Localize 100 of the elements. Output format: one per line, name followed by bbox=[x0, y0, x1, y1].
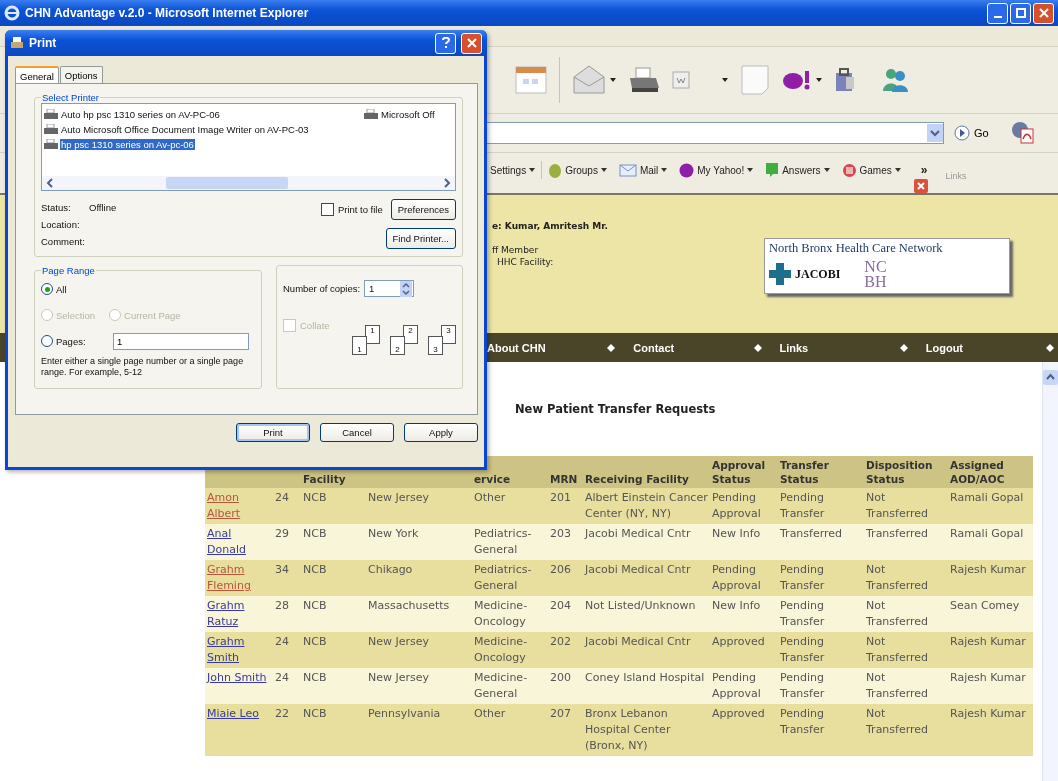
dialog-button[interactable]: Print bbox=[236, 423, 310, 442]
envelope-icon bbox=[618, 163, 637, 177]
document-icon[interactable] bbox=[1010, 121, 1037, 145]
printer-icon[interactable] bbox=[628, 66, 660, 94]
blob-icon bbox=[548, 162, 563, 178]
patient-link[interactable]: Anal Donald bbox=[207, 526, 271, 558]
toolbar-link[interactable]: Answers bbox=[759, 161, 836, 179]
printer-item[interactable]: Microsoft Off bbox=[380, 109, 436, 120]
scrollbar[interactable] bbox=[42, 176, 455, 190]
logo-title: North Bronx Health Care Network bbox=[769, 241, 944, 256]
table-cell: Coney Island Hospital bbox=[583, 668, 710, 704]
patient-link[interactable]: Grahm Ratuz bbox=[207, 598, 271, 630]
close-button[interactable] bbox=[461, 32, 482, 54]
printer-item[interactable]: hp psc 1310 series on Av-pc-06 bbox=[60, 139, 195, 150]
table-cell: Medicine-Oncology bbox=[472, 596, 548, 632]
page-sheet: 2 bbox=[403, 325, 418, 344]
patient-link[interactable]: Grahm Fleming bbox=[207, 562, 271, 594]
radio-button[interactable] bbox=[41, 335, 53, 347]
radio-label: Selection bbox=[56, 309, 96, 321]
copies-label: Number of copies: bbox=[283, 283, 361, 294]
table-cell: Pediatrics-General bbox=[472, 560, 548, 596]
radio-button[interactable] bbox=[41, 283, 53, 295]
column-header: MRN bbox=[548, 456, 583, 488]
toolbox-icon[interactable] bbox=[834, 67, 856, 93]
caret-icon[interactable] bbox=[722, 78, 728, 82]
find-printer-button[interactable]: Find Printer... bbox=[385, 228, 456, 249]
column-header: Disposition Status bbox=[864, 456, 948, 488]
toolbar-link[interactable]: My Yahoo! bbox=[673, 161, 760, 179]
nav-link[interactable]: About CHN bbox=[487, 341, 546, 354]
patient-link[interactable]: Grahm Smith bbox=[207, 634, 271, 666]
printer-item[interactable]: Auto hp psc 1310 series on AV-PC-06 bbox=[60, 109, 221, 120]
tab[interactable]: General bbox=[15, 66, 59, 84]
browser-logo-icon bbox=[4, 5, 20, 21]
patient-link[interactable]: Amon Albert bbox=[207, 490, 271, 522]
caret-icon[interactable] bbox=[610, 78, 616, 82]
nav-link[interactable]: Contact bbox=[633, 341, 675, 354]
table-cell: Medicine-General bbox=[472, 668, 548, 704]
bullet-icon bbox=[607, 343, 616, 352]
field-label: Comment: bbox=[41, 236, 86, 247]
printer-item[interactable]: Auto Microsoft Office Document Image Writer on AV-PC-03 bbox=[60, 124, 310, 135]
column-header: Transfer Status bbox=[778, 456, 864, 488]
minimize-button[interactable] bbox=[987, 2, 1008, 24]
table-cell: NCB bbox=[301, 596, 366, 632]
oval-icon[interactable] bbox=[782, 69, 812, 91]
nav-link[interactable]: Links bbox=[779, 341, 809, 354]
dialog-title: Print bbox=[29, 36, 58, 50]
scrollbar[interactable] bbox=[1042, 362, 1058, 781]
close-icon[interactable] bbox=[914, 179, 929, 193]
table-cell: New Info bbox=[710, 524, 778, 560]
user-role: ff Member bbox=[492, 244, 540, 256]
checkbox[interactable] bbox=[320, 203, 334, 216]
go-button[interactable]: Go bbox=[952, 125, 991, 141]
tab[interactable]: Options bbox=[59, 66, 103, 83]
copies-spinner[interactable]: 1 bbox=[364, 280, 415, 297]
address-field[interactable] bbox=[487, 122, 944, 144]
field-label: Status: bbox=[41, 202, 72, 213]
table-cell: 24 bbox=[273, 632, 301, 668]
printer-list[interactable]: Auto hp psc 1310 series on AV-PC-06 Auto Microsoft Office Document Image Writer on AV-PC-03 hp psc 1310 series on Av-pc-06 Microsoft Off bbox=[41, 103, 456, 191]
spin-arrows-icon[interactable] bbox=[400, 280, 413, 297]
logo-text: NC bbox=[864, 259, 887, 274]
dialog-button[interactable]: Cancel bbox=[320, 423, 394, 442]
group-label: Page Range bbox=[41, 265, 96, 276]
circle-icon bbox=[841, 162, 857, 178]
caret-icon bbox=[600, 168, 607, 172]
bullet-icon bbox=[899, 343, 908, 352]
table-cell: New Jersey bbox=[366, 488, 472, 524]
circle-icon bbox=[679, 162, 695, 178]
nav-link[interactable]: Logout bbox=[925, 341, 963, 354]
dialog-button[interactable]: Apply bbox=[404, 423, 478, 442]
help-button[interactable] bbox=[435, 32, 456, 54]
table-cell: Rajesh Kumar bbox=[948, 560, 1033, 596]
table-cell: 200 bbox=[548, 668, 583, 704]
table-cell: Transferred bbox=[778, 524, 864, 560]
people-icon[interactable] bbox=[882, 67, 908, 93]
table-cell: 24 bbox=[273, 488, 301, 524]
maximize-icon bbox=[1015, 8, 1026, 18]
table-cell: Pending Transfer bbox=[778, 488, 864, 524]
table-cell: Pediatrics-General bbox=[472, 524, 548, 560]
hint-text: Enter either a single page number or a single page range. For example, 5-12 bbox=[41, 356, 245, 378]
toolbar-link[interactable]: Games bbox=[835, 161, 907, 179]
table-cell: Not Listed/Unknown bbox=[583, 596, 710, 632]
logo-text: JACOBI bbox=[795, 266, 841, 282]
table-cell: 206 bbox=[548, 560, 583, 596]
dropdown-icon[interactable] bbox=[927, 124, 943, 142]
close-button[interactable] bbox=[1033, 2, 1054, 24]
calendar-icon[interactable] bbox=[515, 65, 547, 95]
scroll-up-icon[interactable] bbox=[1043, 370, 1058, 385]
toolbar-link[interactable]: Groups bbox=[542, 161, 613, 179]
caret-icon[interactable] bbox=[816, 78, 822, 82]
preferences-button[interactable]: Preferences bbox=[390, 199, 456, 220]
table-cell: New Info bbox=[710, 596, 778, 632]
speech-bubble-icon bbox=[765, 162, 780, 178]
toolbar-link[interactable]: Mail bbox=[612, 161, 674, 179]
maximize-button[interactable] bbox=[1010, 2, 1031, 24]
radio-label: All bbox=[56, 283, 67, 295]
more-button[interactable]: » bbox=[914, 161, 934, 179]
table-cell: Other bbox=[472, 704, 548, 756]
table-cell: Pending Approval bbox=[710, 560, 778, 596]
user-name: e: Kumar, Amritesh Mr. bbox=[492, 220, 608, 232]
pages-field[interactable]: 1 bbox=[113, 332, 249, 350]
